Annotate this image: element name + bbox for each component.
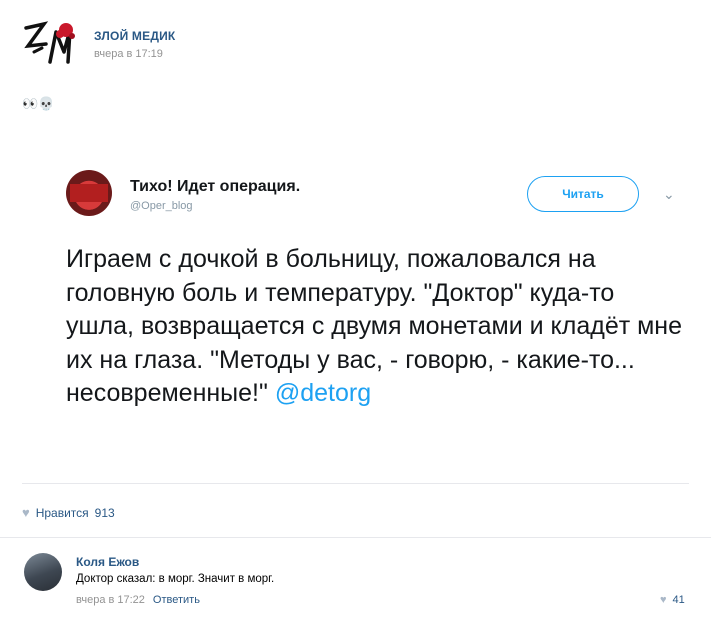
tweet-text: Играем с дочкой в больницу, пожаловался … xyxy=(66,243,686,411)
chevron-down-icon[interactable]: ⌄ xyxy=(663,186,675,203)
comment-like-button[interactable]: ♥ 41 xyxy=(660,594,685,606)
comment-time[interactable]: вчера в 17:22 xyxy=(76,594,145,606)
comment-meta: вчера в 17:22 Ответить xyxy=(76,594,200,606)
divider xyxy=(22,483,689,484)
post-emoji: 👀💀 xyxy=(22,96,54,112)
group-logo[interactable] xyxy=(22,18,80,72)
comment-author[interactable]: Коля Ежов xyxy=(76,555,139,569)
avatar-banner-decoration xyxy=(70,184,108,202)
tweet-author-handle: @Oper_blog xyxy=(130,200,193,212)
like-label: Нравится xyxy=(35,505,89,520)
heart-icon: ♥ xyxy=(660,594,667,606)
tweet-avatar xyxy=(66,170,112,216)
reply-button[interactable]: Ответить xyxy=(153,594,200,606)
like-count: 913 xyxy=(94,505,115,520)
like-button[interactable]: ♥ Нравится 913 xyxy=(22,505,115,520)
group-name[interactable]: ЗЛОЙ МЕДИК xyxy=(94,29,175,43)
comment-avatar[interactable] xyxy=(24,553,62,591)
follow-button[interactable]: Читать xyxy=(527,176,639,212)
tweet-author-name: Тихо! Идет операция. xyxy=(130,178,301,195)
eyes-skull-icon: 👀💀 xyxy=(22,96,55,111)
tweet-mention-link[interactable]: @detorg xyxy=(275,379,371,407)
divider xyxy=(0,537,711,538)
post-time[interactable]: вчера в 17:19 xyxy=(94,48,163,60)
heart-icon: ♥ xyxy=(22,505,30,520)
comment-like-count: 41 xyxy=(672,594,685,606)
tweet-body: Играем с дочкой в больницу, пожаловался … xyxy=(66,245,683,407)
comment-text: Доктор сказал: в морг. Значит в морг. xyxy=(76,573,275,585)
